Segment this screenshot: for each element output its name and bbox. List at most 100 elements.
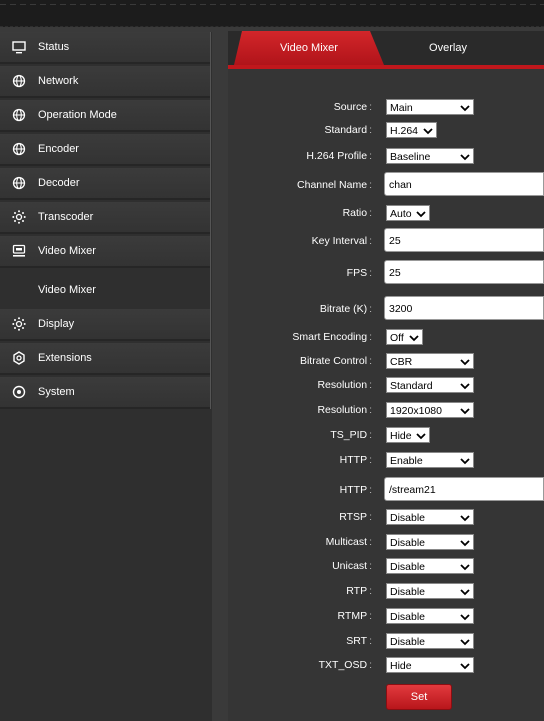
http-label: HTTP xyxy=(339,454,368,466)
colon: : xyxy=(369,511,372,523)
multicast-label: Multicast xyxy=(325,536,368,548)
sidebar-item-status[interactable]: Status xyxy=(0,32,211,64)
http-select[interactable]: Enable xyxy=(386,452,474,468)
srt-select[interactable]: Disable xyxy=(386,633,474,649)
rtp-select[interactable]: Disable xyxy=(386,583,474,599)
smart-encoding-value: Off xyxy=(390,332,404,344)
multicast-select[interactable]: Disable xyxy=(386,534,474,550)
colon: : xyxy=(369,101,372,113)
ratio-value: Auto xyxy=(390,208,412,220)
rtsp-select[interactable]: Disable xyxy=(386,509,474,525)
row-fps: FPS: 25 xyxy=(228,260,544,284)
chevron-down-icon xyxy=(460,359,470,366)
bitrate-input[interactable]: 3200 xyxy=(384,296,544,320)
colon: : xyxy=(369,429,372,441)
bitrate-label: Bitrate (K) xyxy=(319,303,368,315)
colon: : xyxy=(369,124,372,136)
sidebar-item-display[interactable]: Display xyxy=(0,309,211,341)
sidebar-subitem-video-mixer[interactable]: Video Mixer xyxy=(0,272,211,308)
row-ts-pid: TS_PID: Hide xyxy=(228,425,544,445)
top-bar xyxy=(0,0,544,27)
colon: : xyxy=(369,207,372,219)
chevron-down-icon xyxy=(460,564,470,571)
unicast-select[interactable]: Disable xyxy=(386,558,474,574)
chevron-down-icon xyxy=(460,589,470,596)
txt-osd-value: Hide xyxy=(390,660,412,672)
colon: : xyxy=(369,536,372,548)
http-path-label: HTTP xyxy=(339,484,368,496)
txt-osd-select[interactable]: Hide xyxy=(386,657,474,673)
sidebar-item-operation-mode[interactable]: Operation Mode xyxy=(0,100,211,132)
row-http: HTTP: Enable xyxy=(228,450,544,470)
colon: : xyxy=(369,484,372,496)
sidebar-item-label: Video Mixer xyxy=(38,245,96,257)
rtmp-label: RTMP xyxy=(337,610,368,622)
sidebar-item-label: Encoder xyxy=(38,143,79,155)
row-rtp: RTP: Disable xyxy=(228,581,544,601)
globe-icon xyxy=(12,108,26,122)
row-rtmp: RTMP: Disable xyxy=(228,606,544,626)
sidebar-item-decoder[interactable]: Decoder xyxy=(0,168,211,200)
srt-label: SRT xyxy=(346,635,368,647)
colon: : xyxy=(369,635,372,647)
profile-select[interactable]: Baseline xyxy=(386,148,474,164)
bitrate-control-select[interactable]: CBR xyxy=(386,353,474,369)
rtp-label: RTP xyxy=(346,585,368,597)
rtsp-value: Disable xyxy=(390,512,426,524)
colon: : xyxy=(369,331,372,343)
chevron-down-icon xyxy=(460,515,470,522)
colon: : xyxy=(369,267,372,279)
globe-icon xyxy=(12,74,26,88)
standard-value: H.264 xyxy=(390,125,419,137)
ts-pid-select[interactable]: Hide xyxy=(386,427,430,443)
sidebar-item-extensions[interactable]: Extensions xyxy=(0,343,211,375)
channel-name-input[interactable]: chan xyxy=(384,172,544,196)
rtsp-label: RTSP xyxy=(339,511,368,523)
key-interval-input[interactable]: 25 xyxy=(384,228,544,252)
sidebar-divider xyxy=(210,32,211,409)
unicast-value: Disable xyxy=(390,561,426,573)
channel-name-label: Channel Name xyxy=(297,179,368,191)
resolution-value: 1920x1080 xyxy=(390,405,442,417)
standard-label: Standard xyxy=(324,124,368,136)
cog-icon xyxy=(12,351,26,365)
chevron-down-icon xyxy=(416,211,426,218)
colon: : xyxy=(369,303,372,315)
smart-encoding-select[interactable]: Off xyxy=(386,329,423,345)
colon: : xyxy=(369,404,372,416)
resolution-mode-select[interactable]: Standard xyxy=(386,377,474,393)
sidebar-item-transcoder[interactable]: Transcoder xyxy=(0,202,211,234)
row-key-interval: Key Interval: 25 xyxy=(228,228,544,252)
txt-osd-label: TXT_OSD xyxy=(318,659,368,671)
chevron-down-icon xyxy=(416,433,426,440)
fps-input[interactable]: 25 xyxy=(384,260,544,284)
standard-select[interactable]: H.264 xyxy=(386,122,437,138)
bitrate-control-value: CBR xyxy=(390,356,413,368)
colon: : xyxy=(369,560,372,572)
set-button[interactable]: Set xyxy=(386,684,452,710)
sidebar-item-video-mixer[interactable]: Video Mixer xyxy=(0,236,211,268)
row-http-path: HTTP: /stream21 xyxy=(228,477,544,501)
globe-icon xyxy=(12,176,26,190)
http-path-input[interactable]: /stream21 xyxy=(384,477,544,501)
tab-overlay[interactable]: Overlay xyxy=(378,31,518,65)
chevron-down-icon xyxy=(460,540,470,547)
multicast-value: Disable xyxy=(390,537,426,549)
row-ratio: Ratio: Auto xyxy=(228,203,544,223)
resolution-select[interactable]: 1920x1080 xyxy=(386,402,474,418)
rtmp-select[interactable]: Disable xyxy=(386,608,474,624)
source-value: Main xyxy=(390,102,413,114)
resolution-mode-label: Resolution xyxy=(317,379,368,391)
sidebar-item-network[interactable]: Network xyxy=(0,66,211,98)
sidebar-item-system[interactable]: System xyxy=(0,377,211,409)
tab-video-mixer[interactable]: Video Mixer xyxy=(234,31,384,65)
rtmp-value: Disable xyxy=(390,611,426,623)
profile-value: Baseline xyxy=(390,151,431,163)
ratio-select[interactable]: Auto xyxy=(386,205,430,221)
row-bitrate: Bitrate (K): 3200 xyxy=(228,296,544,320)
ratio-label: Ratio xyxy=(342,207,368,219)
source-select[interactable]: Main xyxy=(386,99,474,115)
sidebar-item-label: Display xyxy=(38,318,75,330)
chevron-down-icon xyxy=(460,639,470,646)
sidebar-item-encoder[interactable]: Encoder xyxy=(0,134,211,166)
